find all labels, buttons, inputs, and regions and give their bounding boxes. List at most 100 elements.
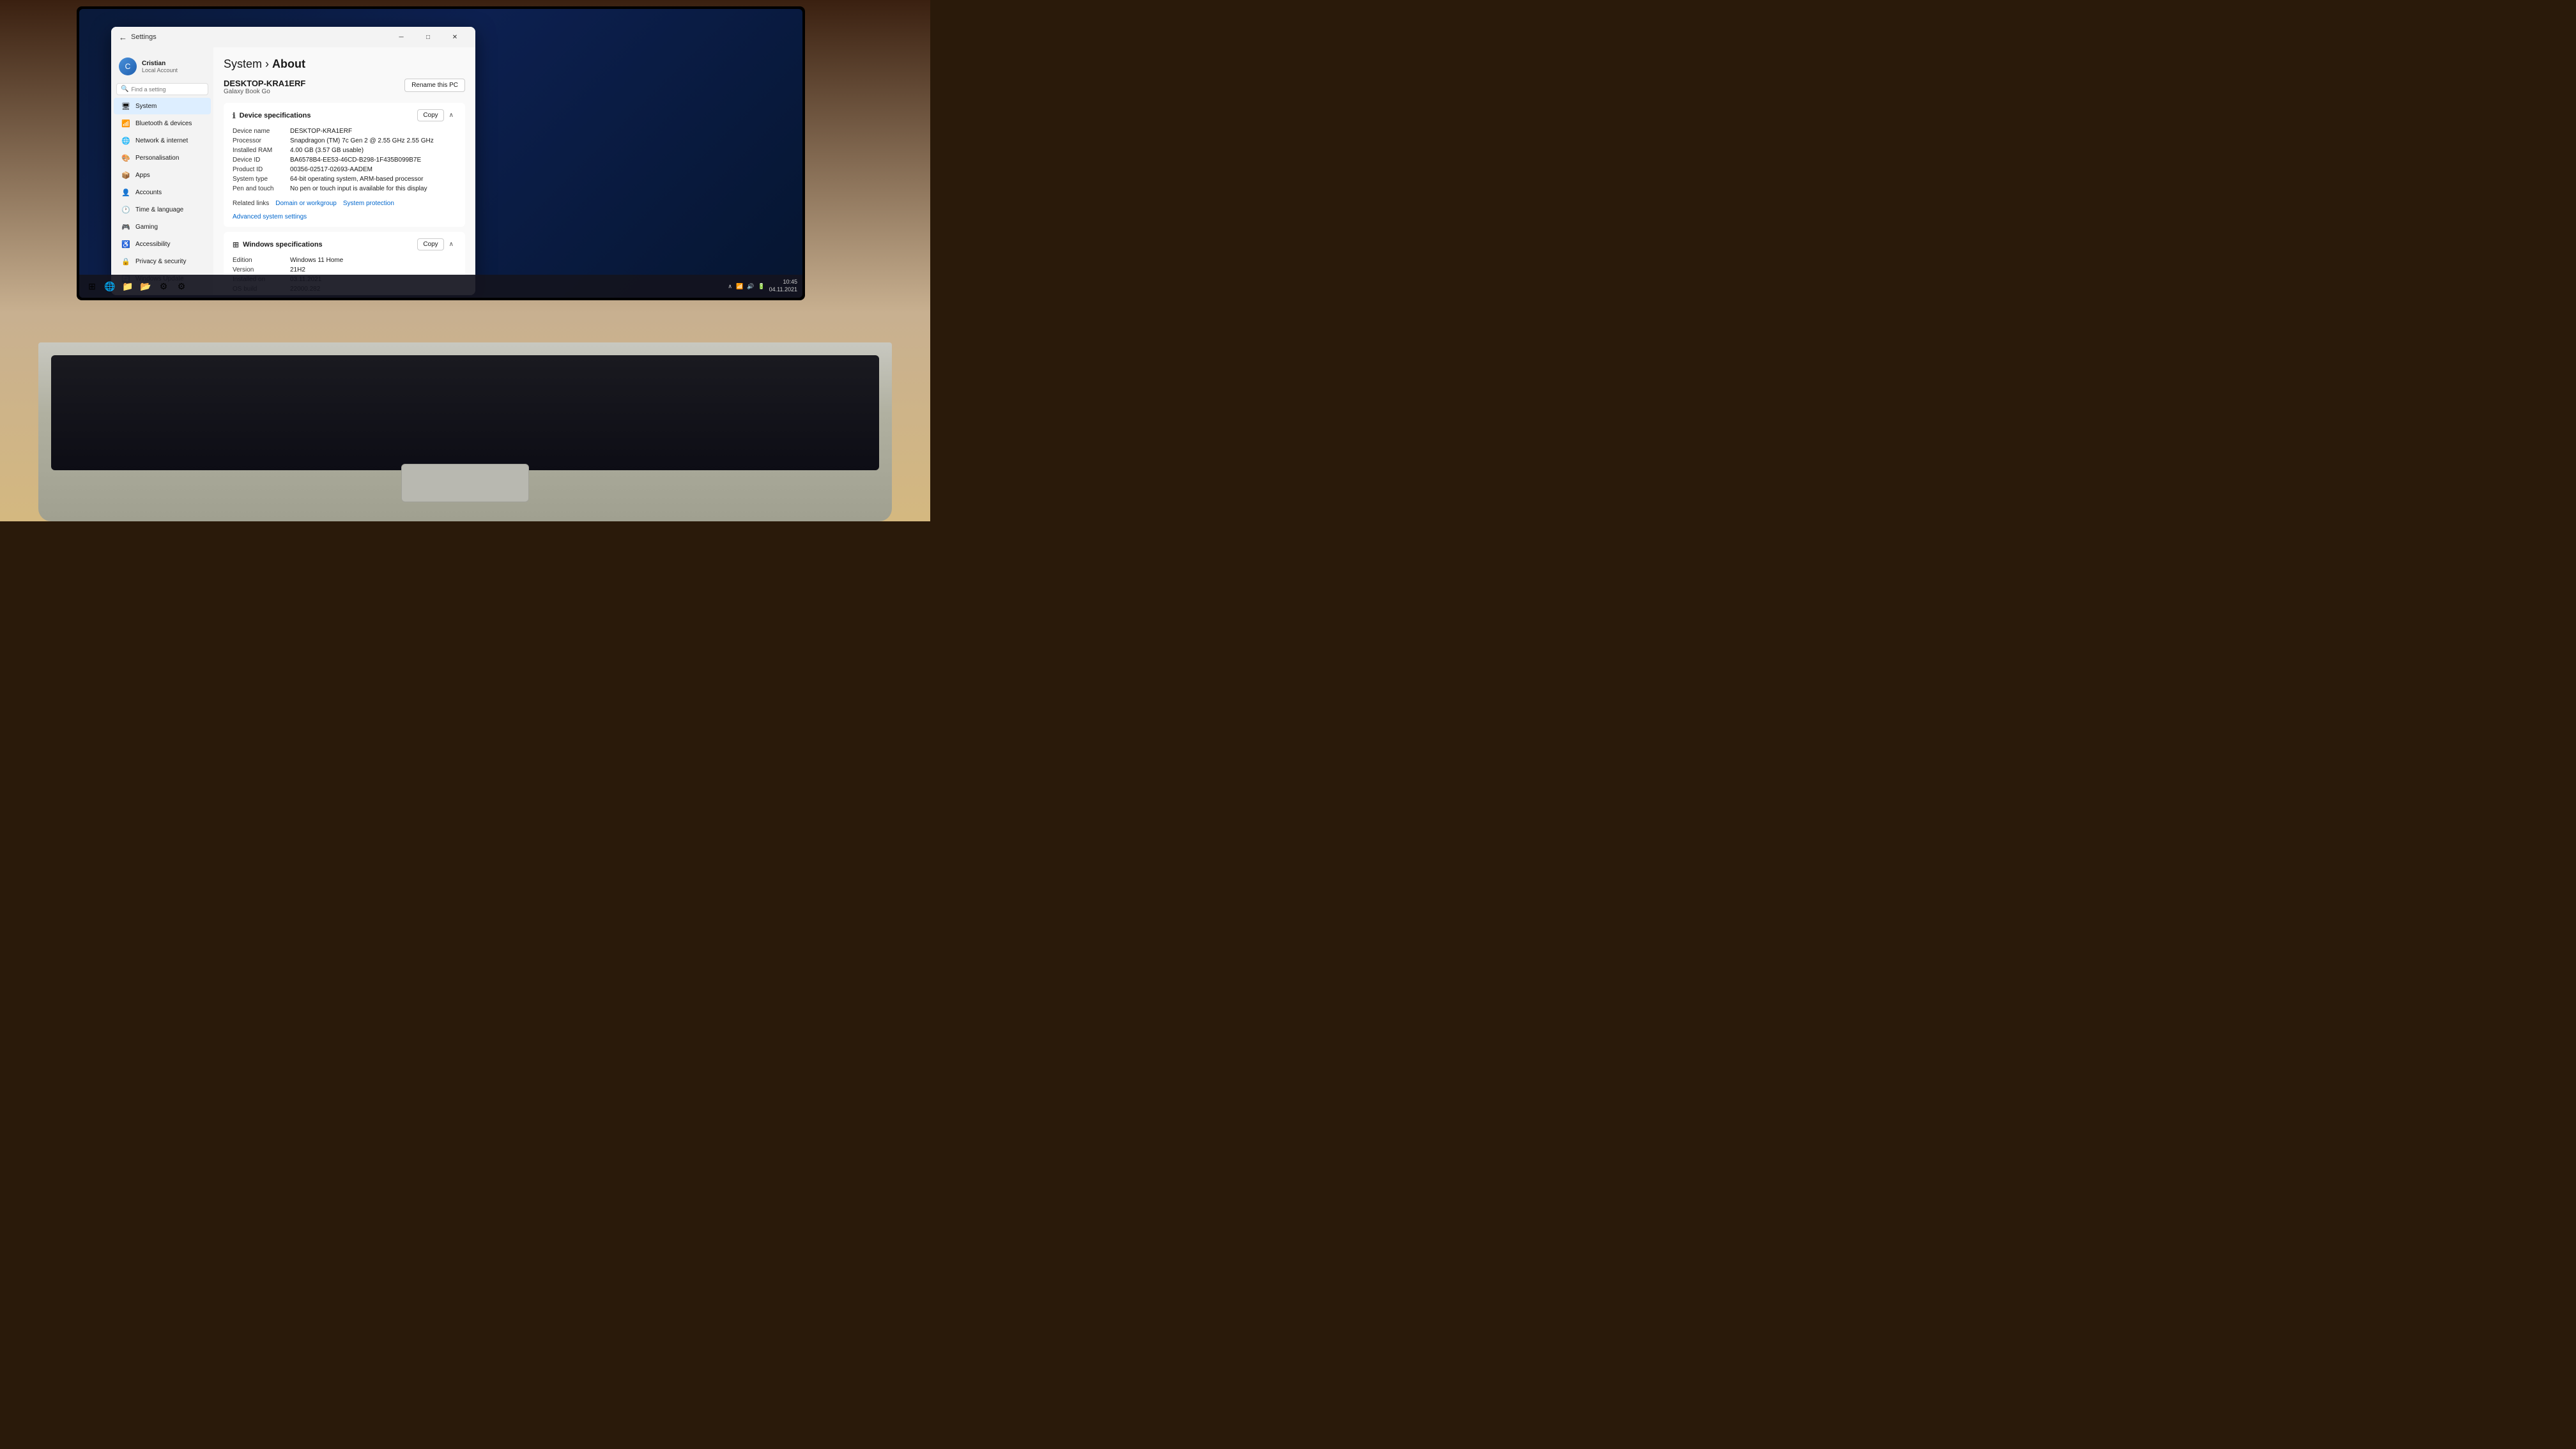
bluetooth-label: Bluetooth & devices	[135, 120, 192, 127]
spec-value: 4.00 GB (3.57 GB usable)	[290, 147, 456, 154]
privacy-icon: 🔒	[121, 257, 130, 266]
laptop-screen: ← Settings ─ □ ✕ C Cristian	[79, 9, 802, 298]
win-spec-label: Version	[233, 266, 290, 273]
windows-spec-row: Version 21H2	[233, 265, 456, 275]
spec-value: DESKTOP-KRA1ERF	[290, 128, 456, 135]
accounts-icon: 👤	[121, 188, 130, 197]
rename-pc-button[interactable]: Rename this PC	[404, 79, 465, 92]
windows-icon: ⊞	[233, 240, 239, 249]
laptop-screen-frame: ← Settings ─ □ ✕ C Cristian	[77, 6, 805, 300]
nav-container: 🖥 System 📶 Bluetooth & devices 🌐 Network…	[111, 98, 213, 287]
search-input[interactable]	[131, 86, 206, 93]
back-button[interactable]: ←	[119, 33, 127, 42]
sidebar-item-time[interactable]: 🕐 Time & language	[114, 201, 211, 218]
device-specs-copy-button[interactable]: Copy	[417, 109, 443, 121]
sidebar-item-accessibility[interactable]: ♿ Accessibility	[114, 236, 211, 252]
trackpad	[401, 464, 529, 502]
apps-icon: 📦	[121, 171, 130, 180]
window-body: C Cristian Local Account 🔍 🖥 System	[111, 47, 475, 295]
sidebar-item-bluetooth[interactable]: 📶 Bluetooth & devices	[114, 115, 211, 132]
sidebar-item-privacy[interactable]: 🔒 Privacy & security	[114, 253, 211, 270]
minimize-button[interactable]: ─	[388, 28, 414, 46]
related-links-label: Related links	[233, 200, 269, 207]
domain-workgroup-link[interactable]: Domain or workgroup	[275, 200, 337, 207]
user-profile[interactable]: C Cristian Local Account	[111, 52, 213, 80]
user-info: Cristian Local Account	[142, 60, 206, 73]
sidebar-item-gaming[interactable]: 🎮 Gaming	[114, 218, 211, 235]
gaming-label: Gaming	[135, 224, 158, 231]
network-icon: 🌐	[121, 136, 130, 145]
maximize-button[interactable]: □	[415, 28, 441, 46]
system-protection-link[interactable]: System protection	[343, 200, 394, 207]
user-type: Local Account	[142, 67, 206, 73]
main-content: System › About Rename this PC DESKTOP-KR…	[213, 47, 475, 295]
battery-icon[interactable]: 🔋	[758, 283, 765, 290]
sidebar-item-apps[interactable]: 📦 Apps	[114, 167, 211, 183]
spec-value: 00356-02517-02693-AADEM	[290, 166, 456, 173]
window-title: Settings	[131, 33, 157, 41]
win-spec-value: Windows 11 Home	[290, 257, 456, 264]
spec-value: 64-bit operating system, ARM-based proce…	[290, 176, 456, 183]
window-controls: ─ □ ✕	[388, 28, 468, 46]
taskbar-left: ⊞ 🌐 📁 📂 ⚙ ⚙	[84, 279, 189, 294]
device-specs-title: ℹ Device specifications	[233, 111, 310, 120]
explorer-icon[interactable]: 📁	[120, 279, 135, 294]
system-tray-expand[interactable]: ∧	[728, 283, 732, 290]
taskbar-clock[interactable]: 10:45 04.11.2021	[769, 279, 797, 293]
sidebar-item-system[interactable]: 🖥 System	[114, 98, 211, 114]
time-icon: 🕐	[121, 205, 130, 214]
network-label: Network & internet	[135, 137, 188, 144]
spec-label: System type	[233, 176, 290, 183]
win-spec-value: 21H2	[290, 266, 456, 273]
spec-value: No pen or touch input is available for t…	[290, 185, 456, 192]
advanced-system-settings-link[interactable]: Advanced system settings	[233, 213, 307, 220]
spec-value: Snapdragon (TM) 7c Gen 2 @ 2.55 GHz 2.55…	[290, 137, 456, 144]
another-settings-icon[interactable]: ⚙	[174, 279, 189, 294]
device-specs-collapse-button[interactable]: ∧	[447, 111, 456, 120]
taskbar-right: ∧ 📶 🔊 🔋 10:45 04.11.2021	[728, 279, 797, 293]
start-button[interactable]: ⊞	[84, 279, 100, 294]
spec-label: Pen and touch	[233, 185, 290, 192]
windows-spec-row: Edition Windows 11 Home	[233, 256, 456, 265]
sidebar-item-accounts[interactable]: 👤 Accounts	[114, 184, 211, 201]
system-icon: 🖥	[121, 102, 130, 111]
gaming-icon: 🎮	[121, 222, 130, 231]
time-label: Time & language	[135, 206, 183, 213]
device-spec-row: Pen and touch No pen or touch input is a…	[233, 184, 456, 194]
breadcrumb: System › About	[224, 57, 465, 71]
accounts-label: Accounts	[135, 189, 162, 196]
spec-label: Installed RAM	[233, 147, 290, 154]
sidebar-item-personalisation[interactable]: 🎨 Personalisation	[114, 150, 211, 166]
personalisation-icon: 🎨	[121, 153, 130, 162]
search-box[interactable]: 🔍	[116, 83, 208, 95]
apps-label: Apps	[135, 172, 150, 179]
breadcrumb-current: About	[272, 57, 305, 70]
breadcrumb-parent[interactable]: System	[224, 57, 262, 70]
wifi-icon[interactable]: 📶	[736, 283, 743, 290]
win-spec-label: Edition	[233, 257, 290, 264]
search-icon: 🔍	[121, 86, 128, 93]
personalisation-label: Personalisation	[135, 155, 179, 162]
accessibility-label: Accessibility	[135, 241, 170, 248]
device-specs-section: ℹ Device specifications Copy ∧ Device na…	[224, 103, 465, 227]
device-spec-rows: Device name DESKTOP-KRA1ERF Processor Sn…	[233, 126, 456, 194]
user-name: Cristian	[142, 60, 206, 67]
sidebar-item-network[interactable]: 🌐 Network & internet	[114, 132, 211, 149]
windows-specs-copy-button[interactable]: Copy	[417, 238, 443, 250]
spec-label: Device name	[233, 128, 290, 135]
windows-specs-collapse-button[interactable]: ∧	[447, 240, 456, 249]
folder-icon[interactable]: 📂	[138, 279, 153, 294]
spec-label: Device ID	[233, 157, 290, 164]
settings-icon[interactable]: ⚙	[156, 279, 171, 294]
device-specs-header: ℹ Device specifications Copy ∧	[233, 109, 456, 121]
device-spec-row: Device name DESKTOP-KRA1ERF	[233, 126, 456, 136]
close-button[interactable]: ✕	[442, 28, 468, 46]
laptop-body	[38, 342, 892, 521]
volume-icon[interactable]: 🔊	[747, 283, 754, 290]
privacy-label: Privacy & security	[135, 258, 186, 265]
windows-specs-header: ⊞ Windows specifications Copy ∧	[233, 238, 456, 250]
device-spec-row: Product ID 00356-02517-02693-AADEM	[233, 165, 456, 174]
browser-icon[interactable]: 🌐	[102, 279, 118, 294]
spec-label: Product ID	[233, 166, 290, 173]
keyboard-area	[51, 355, 879, 470]
